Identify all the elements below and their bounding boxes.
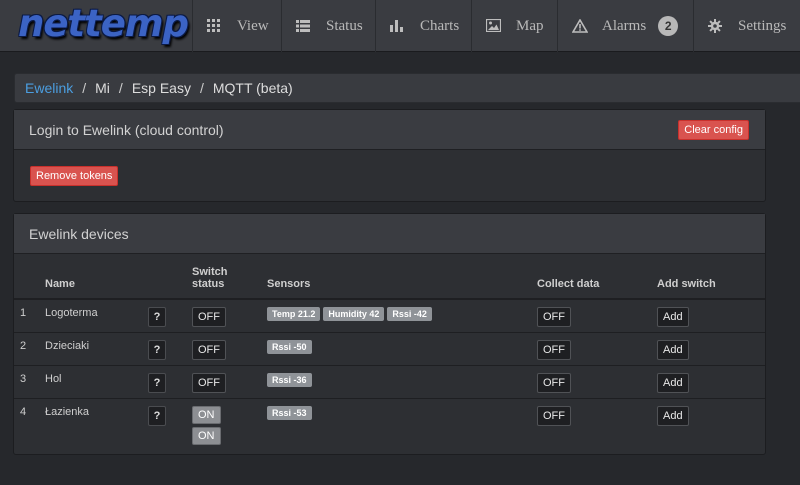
nav-settings[interactable]: Settings (693, 0, 800, 52)
col-collect-data: Collect data (537, 256, 657, 300)
table-row: 3 Hol ? OFF Rssi -36 OFF Add (14, 365, 765, 399)
navbar: nettemp View Status Charts Map Alarms 2 (0, 0, 800, 52)
help-button[interactable]: ? (148, 405, 166, 426)
gear-icon (708, 19, 722, 33)
collect-data-button[interactable]: OFF (537, 307, 571, 327)
devices-table: Name Switch status Sensors Collect data A… (14, 256, 765, 452)
switch-toggle-button[interactable]: OFF (192, 307, 226, 327)
collect-data-button[interactable]: OFF (537, 405, 571, 426)
table-row: 1 Logoterma ? OFF Temp 21.2 Humidity 42 Rs… (14, 299, 765, 333)
device-name: Dzieciaki (45, 332, 148, 366)
device-name: Hol (45, 365, 148, 399)
switch-on-button[interactable]: ON (192, 426, 221, 445)
sensor-badge: Rssi -53 (267, 405, 312, 420)
switch-toggle-button[interactable]: OFF (192, 339, 226, 360)
nav-map-label: Map (516, 17, 544, 34)
row-number: 1 (14, 299, 45, 333)
row-number: 3 (14, 365, 45, 399)
collect-data-button[interactable]: OFF (537, 372, 571, 393)
nav-alarms[interactable]: Alarms 2 (557, 0, 693, 52)
nav-map[interactable]: Map (471, 0, 557, 52)
brand-logo[interactable]: nettemp (18, 2, 189, 45)
switch-on-button[interactable]: ON (192, 405, 221, 424)
device-name: Logoterma (45, 299, 148, 333)
nav-view-label: View (237, 17, 269, 34)
col-name: Name (45, 256, 148, 300)
row-number: 2 (14, 332, 45, 366)
remove-tokens-button[interactable]: Remove tokens (30, 166, 119, 186)
breadcrumb-mi[interactable]: Mi (95, 80, 110, 96)
grid-icon (207, 19, 221, 33)
nav-status[interactable]: Status (281, 0, 375, 52)
table-row: 2 Dzieciaki ? OFF Rssi -50 OFF Add (14, 332, 765, 366)
help-button[interactable]: ? (148, 307, 166, 327)
help-button[interactable]: ? (148, 372, 166, 393)
login-panel: Login to Ewelink (cloud control) Clear c… (13, 109, 766, 202)
help-button[interactable]: ? (148, 339, 166, 360)
nav-status-label: Status (326, 17, 363, 34)
sensor-badge: Temp 21.2 (267, 307, 321, 321)
nav-charts-label: Charts (420, 17, 460, 34)
sensor-badge: Rssi -42 (387, 307, 432, 321)
nav-view[interactable]: View (192, 0, 281, 52)
collect-data-button[interactable]: OFF (537, 339, 571, 360)
devices-panel-heading: Ewelink devices (14, 214, 765, 254)
row-number: 4 (20, 405, 27, 418)
sensor-badge: Rssi -50 (267, 339, 312, 354)
col-switch-status: Switch status (192, 256, 267, 300)
sensor-badge: Rssi -36 (267, 372, 312, 387)
nav-settings-label: Settings (738, 17, 787, 34)
device-name: Łazienka (45, 405, 90, 418)
add-switch-button[interactable]: Add (657, 339, 689, 360)
alarms-count-badge: 2 (658, 16, 679, 36)
add-switch-button[interactable]: Add (657, 372, 689, 393)
breadcrumb-esp-easy[interactable]: Esp Easy (132, 80, 191, 96)
warning-icon (571, 18, 589, 33)
login-panel-heading: Login to Ewelink (cloud control) Clear c… (14, 110, 765, 150)
nav-charts[interactable]: Charts (375, 0, 471, 52)
breadcrumb: Ewelink / Mi / Esp Easy / MQTT (beta) (14, 73, 800, 103)
bar-chart-icon (390, 19, 404, 33)
table-header-row: Name Switch status Sensors Collect data A… (14, 256, 765, 300)
devices-panel: Ewelink devices Name Switch status Sensor… (13, 213, 766, 455)
add-switch-button[interactable]: Add (657, 405, 689, 426)
image-icon (485, 18, 502, 33)
col-sensors: Sensors (267, 256, 537, 300)
col-add-switch: Add switch (657, 256, 765, 300)
clear-config-button[interactable]: Clear config (678, 120, 749, 140)
switch-toggle-button[interactable]: OFF (192, 372, 226, 393)
table-row: 4 Łazienka ? ON ON Rssi -53 OFF Add (14, 398, 765, 452)
breadcrumb-ewelink-link[interactable]: Ewelink (25, 80, 73, 96)
add-switch-button[interactable]: Add (657, 307, 689, 327)
breadcrumb-mqtt[interactable]: MQTT (beta) (213, 80, 293, 96)
nav-alarms-label: Alarms (602, 17, 647, 34)
sensor-badge: Humidity 42 (323, 307, 385, 321)
login-panel-title: Login to Ewelink (cloud control) (29, 121, 224, 138)
list-icon (296, 19, 310, 33)
devices-panel-title: Ewelink devices (29, 225, 129, 242)
